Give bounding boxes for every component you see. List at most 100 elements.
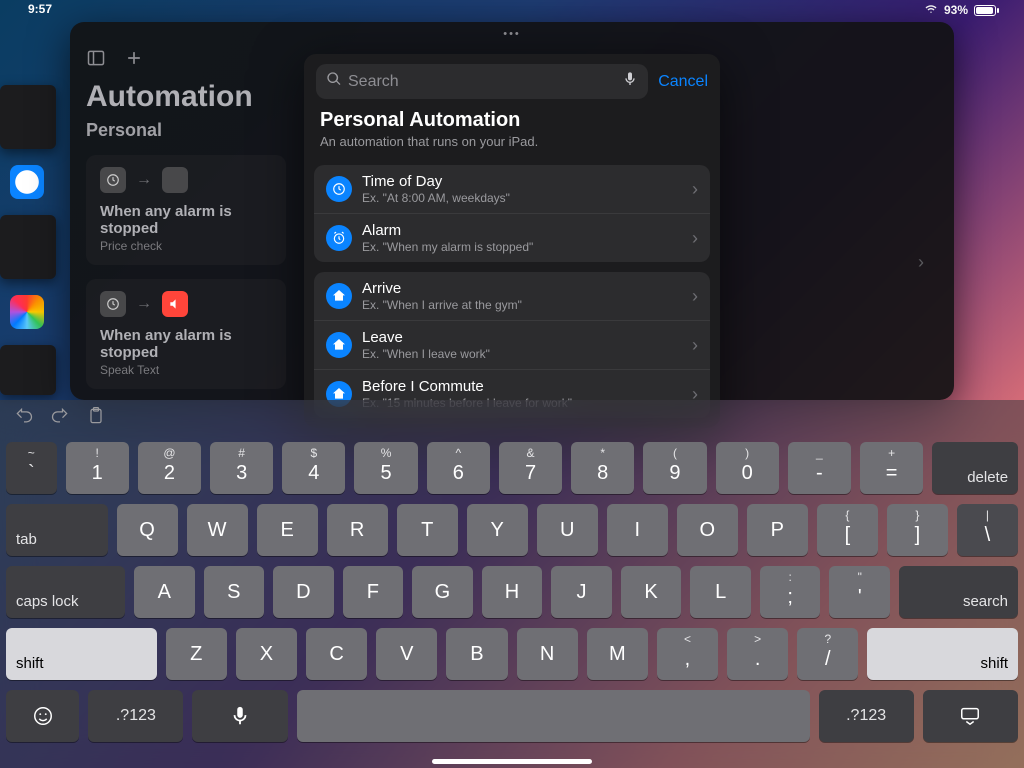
safari-icon[interactable]	[10, 165, 44, 199]
key-e[interactable]: E	[257, 504, 318, 556]
key-3[interactable]: #3	[210, 442, 273, 494]
key-emoji[interactable]	[6, 690, 79, 742]
key-semicolon[interactable]: :;	[760, 566, 821, 618]
key-dictation[interactable]	[192, 690, 287, 742]
status-time: 9:57	[28, 2, 52, 18]
key-g[interactable]: G	[412, 566, 473, 618]
key-o[interactable]: O	[677, 504, 738, 556]
key-b[interactable]: B	[446, 628, 507, 680]
key-2[interactable]: @2	[138, 442, 201, 494]
search-field[interactable]	[316, 64, 648, 99]
key-space[interactable]	[297, 690, 810, 742]
rail-thumb[interactable]	[0, 345, 56, 395]
automation-card[interactable]: → When any alarm is stopped Speak Text	[86, 279, 286, 389]
key-d[interactable]: D	[273, 566, 334, 618]
clipboard-icon[interactable]	[86, 406, 106, 431]
photos-icon[interactable]	[10, 295, 44, 329]
key-f[interactable]: F	[343, 566, 404, 618]
trigger-time-of-day[interactable]: Time of DayEx. "At 8:00 AM, weekdays" ›	[314, 165, 710, 213]
key-x[interactable]: X	[236, 628, 297, 680]
key-dismiss-keyboard[interactable]	[923, 690, 1018, 742]
key-5[interactable]: %5	[354, 442, 417, 494]
action-icon	[162, 167, 188, 193]
key-y[interactable]: Y	[467, 504, 528, 556]
key-row-4: shift Z X C V B N M <, >. ?/ shift	[6, 628, 1018, 680]
add-icon[interactable]	[124, 48, 144, 73]
key-9[interactable]: (9	[643, 442, 706, 494]
key-v[interactable]: V	[376, 628, 437, 680]
row-subtitle: Ex. "When my alarm is stopped"	[362, 240, 682, 254]
sheet-title: Personal Automation	[304, 109, 720, 134]
redo-icon[interactable]	[50, 406, 70, 431]
key-8[interactable]: *8	[571, 442, 634, 494]
onscreen-keyboard[interactable]: ~` !1 @2 #3 $4 %5 ^6 &7 *8 (9 )0 _- += d…	[0, 400, 1024, 768]
key-a[interactable]: A	[134, 566, 195, 618]
key-7[interactable]: &7	[499, 442, 562, 494]
key-z[interactable]: Z	[166, 628, 227, 680]
row-title: Leave	[362, 329, 682, 346]
dictation-icon[interactable]	[622, 71, 638, 92]
key-row-5: .?123 .?123	[6, 690, 1018, 742]
key-delete[interactable]: delete	[932, 442, 1018, 494]
key-h[interactable]: H	[482, 566, 543, 618]
key-rbracket[interactable]: }]	[887, 504, 948, 556]
key-r[interactable]: R	[327, 504, 388, 556]
rail-thumb[interactable]	[0, 85, 56, 149]
key-shift-right[interactable]: shift	[867, 628, 1018, 680]
clock-icon	[326, 176, 352, 202]
key-6[interactable]: ^6	[427, 442, 490, 494]
key-p[interactable]: P	[747, 504, 808, 556]
key-numbers-left[interactable]: .?123	[88, 690, 183, 742]
wifi-icon	[924, 3, 938, 18]
key-k[interactable]: K	[621, 566, 682, 618]
key-search[interactable]: search	[899, 566, 1018, 618]
key-n[interactable]: N	[517, 628, 578, 680]
clock-icon	[100, 167, 126, 193]
rail-thumb[interactable]	[0, 215, 56, 279]
key-period[interactable]: >.	[727, 628, 788, 680]
chevron-right-icon: ›	[692, 228, 698, 249]
multitask-dots-icon[interactable]: •••	[503, 28, 521, 40]
key-quote[interactable]: "'	[829, 566, 890, 618]
key-i[interactable]: I	[607, 504, 668, 556]
trigger-group-time: Time of DayEx. "At 8:00 AM, weekdays" › …	[314, 165, 710, 262]
row-subtitle: Ex. "When I arrive at the gym"	[362, 298, 682, 312]
slide-over-rail[interactable]	[0, 85, 56, 395]
key-tab[interactable]: tab	[6, 504, 108, 556]
key-j[interactable]: J	[551, 566, 612, 618]
key-backtick[interactable]: ~`	[6, 442, 57, 494]
key-0[interactable]: )0	[716, 442, 779, 494]
key-minus[interactable]: _-	[788, 442, 851, 494]
key-u[interactable]: U	[537, 504, 598, 556]
key-lbracket[interactable]: {[	[817, 504, 878, 556]
key-q[interactable]: Q	[117, 504, 178, 556]
cancel-button[interactable]: Cancel	[658, 73, 708, 91]
key-t[interactable]: T	[397, 504, 458, 556]
key-m[interactable]: M	[587, 628, 648, 680]
key-4[interactable]: $4	[282, 442, 345, 494]
trigger-arrive[interactable]: ArriveEx. "When I arrive at the gym" ›	[314, 272, 710, 320]
key-slash[interactable]: ?/	[797, 628, 858, 680]
key-numbers-right[interactable]: .?123	[819, 690, 914, 742]
undo-icon[interactable]	[14, 406, 34, 431]
key-capslock[interactable]: caps lock	[6, 566, 125, 618]
card-title: When any alarm is stopped	[100, 327, 272, 361]
search-input[interactable]	[348, 73, 616, 91]
trigger-leave[interactable]: LeaveEx. "When I leave work" ›	[314, 320, 710, 369]
card-subtitle: Speak Text	[100, 363, 272, 377]
key-w[interactable]: W	[187, 504, 248, 556]
automation-card[interactable]: › → When any alarm is stopped Price chec…	[86, 155, 286, 265]
key-c[interactable]: C	[306, 628, 367, 680]
key-s[interactable]: S	[204, 566, 265, 618]
trigger-alarm[interactable]: AlarmEx. "When my alarm is stopped" ›	[314, 213, 710, 262]
key-equals[interactable]: +=	[860, 442, 923, 494]
sidebar-toggle-icon[interactable]	[86, 48, 106, 73]
key-row-3: caps lock A S D F G H J K L :; "' search	[6, 566, 1018, 618]
key-1[interactable]: !1	[66, 442, 129, 494]
key-shift-left[interactable]: shift	[6, 628, 157, 680]
key-backslash[interactable]: |\	[957, 504, 1018, 556]
key-comma[interactable]: <,	[657, 628, 718, 680]
key-l[interactable]: L	[690, 566, 751, 618]
home-indicator[interactable]	[432, 759, 592, 764]
card-title: When any alarm is stopped	[100, 203, 272, 237]
